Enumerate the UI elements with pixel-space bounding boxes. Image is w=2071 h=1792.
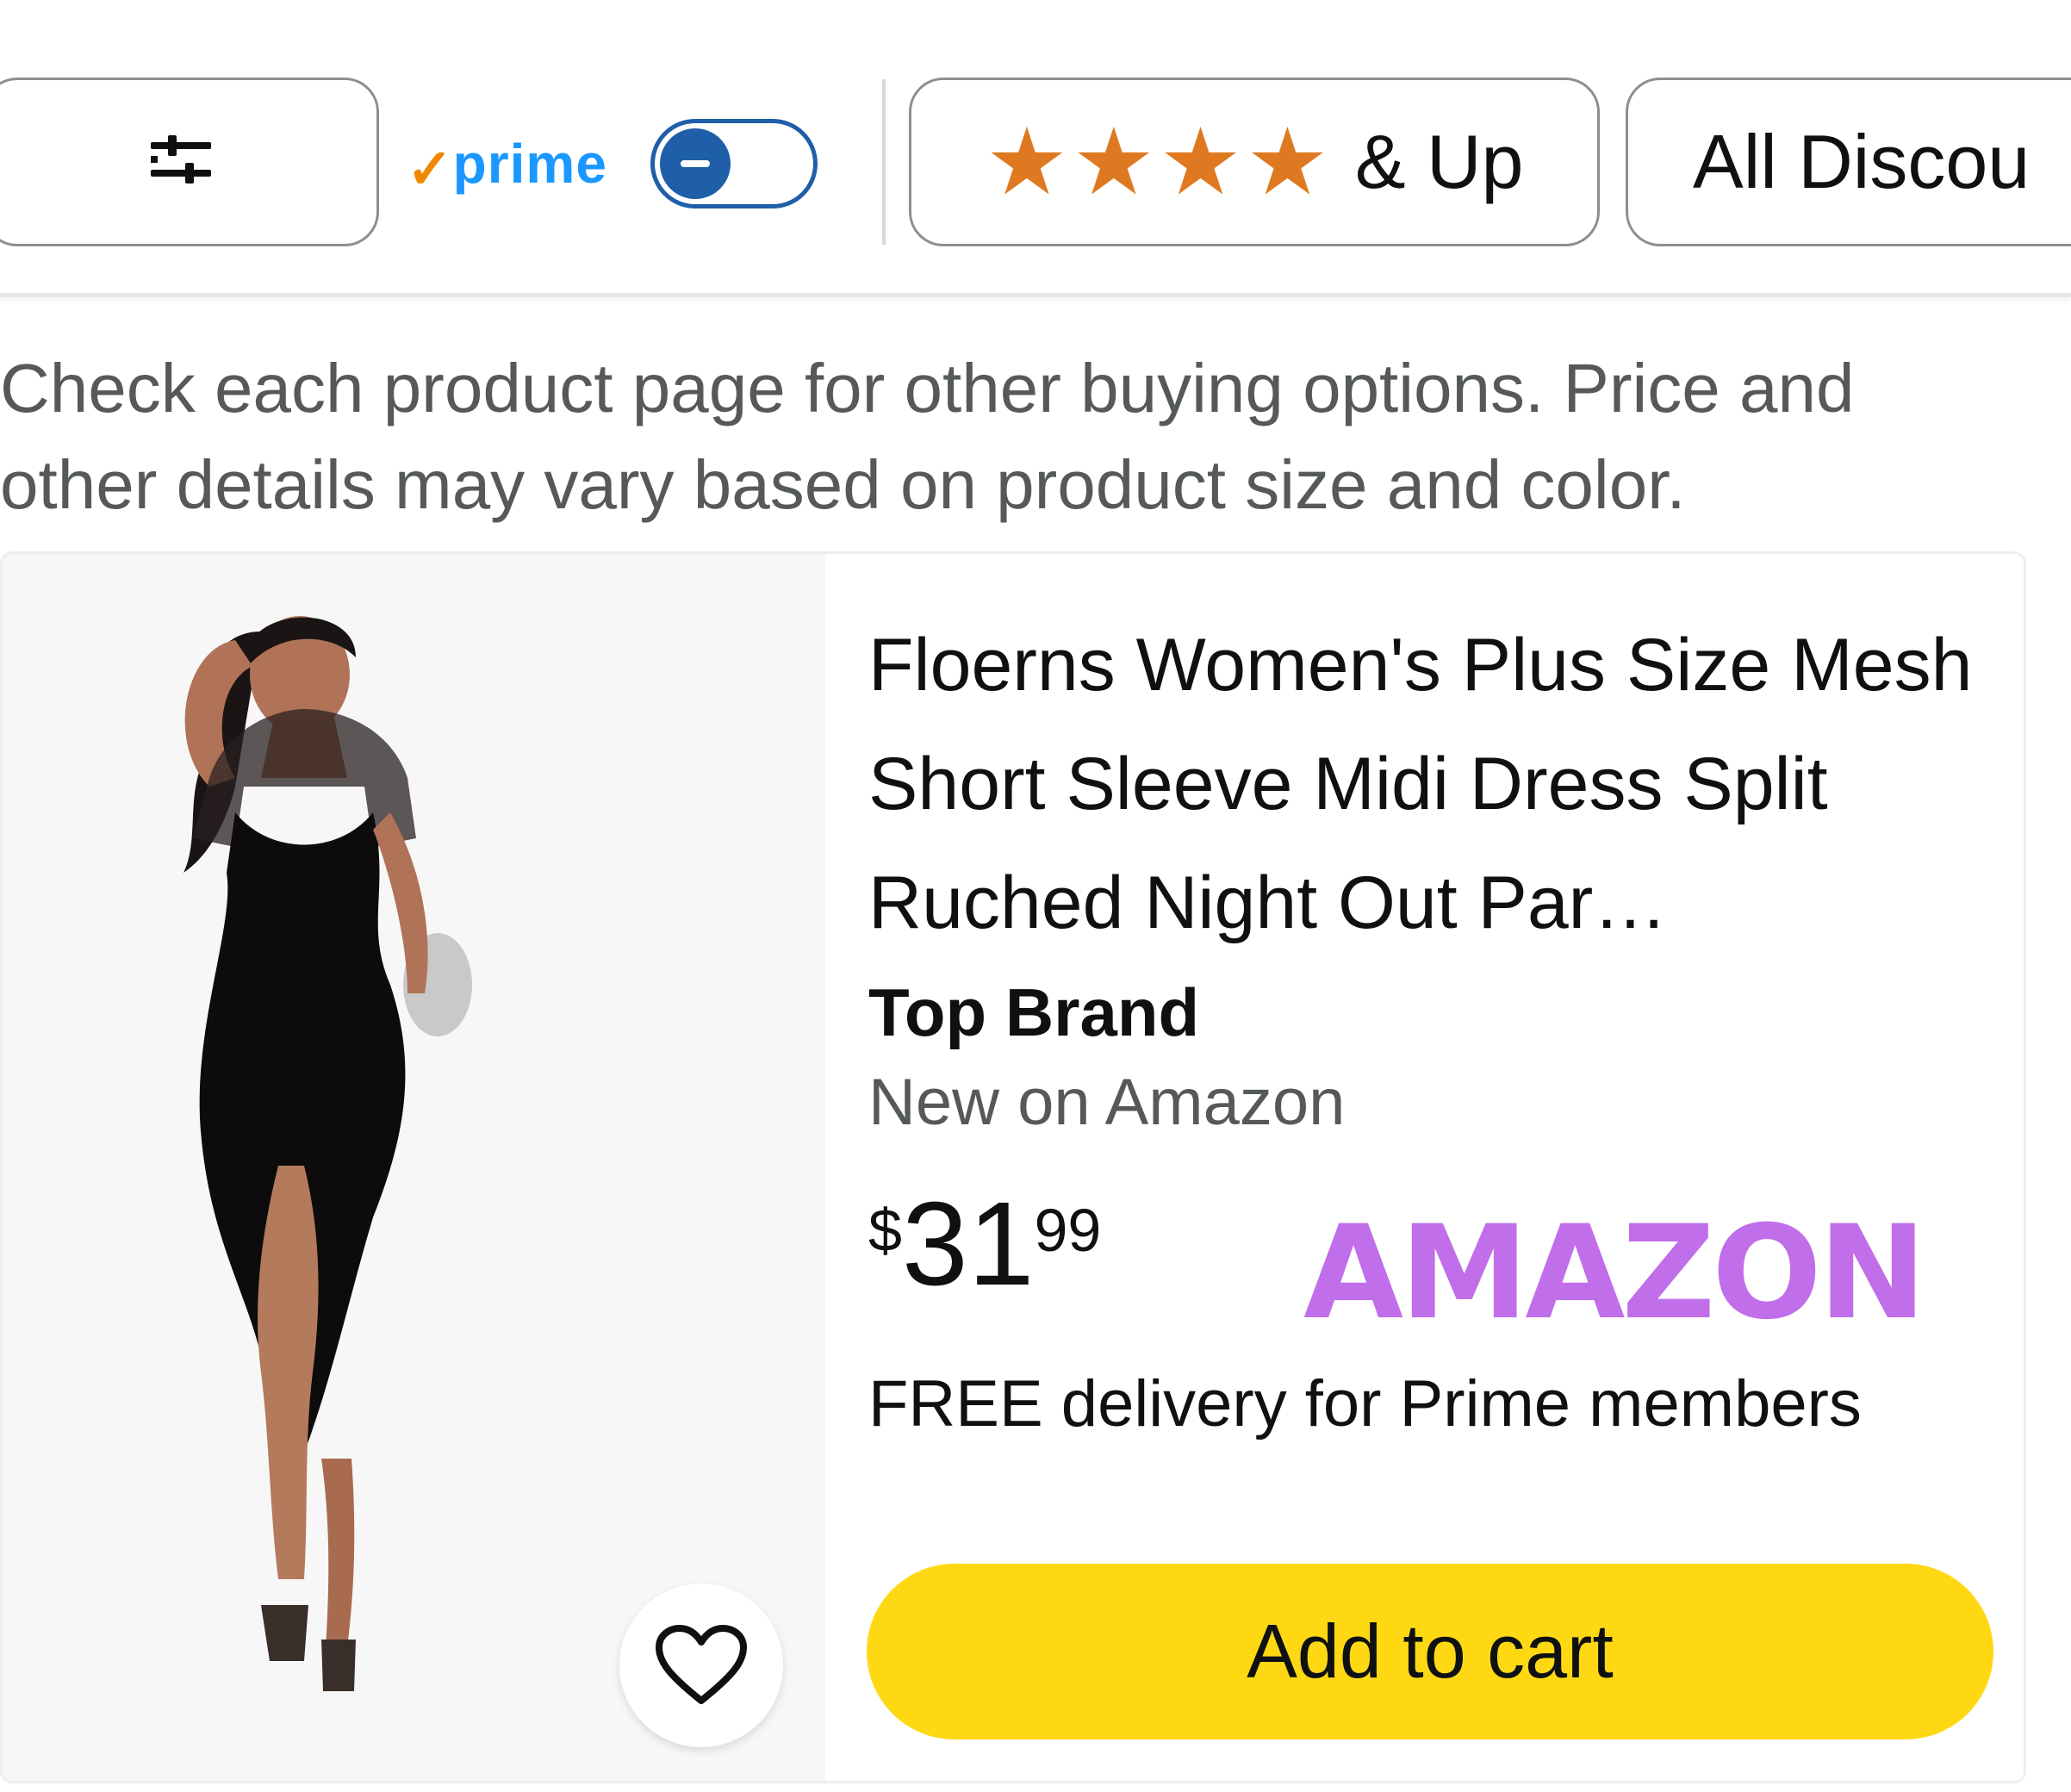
delivery-info: FREE delivery for Prime members: [868, 1367, 1862, 1440]
sliders-icon: [151, 134, 211, 190]
product-card[interactable]: Floerns Women's Plus Size Mesh Short Sle…: [0, 551, 2026, 1783]
star-icon: ★: [1072, 109, 1156, 214]
minus-icon: [680, 160, 710, 167]
star-icon: ★: [1159, 109, 1242, 214]
star-icon: ★: [985, 109, 1069, 214]
price-whole: 31: [901, 1178, 1035, 1310]
new-on-amazon-label: New on Amazon: [868, 1066, 1346, 1139]
product-image-pane[interactable]: [3, 554, 825, 1781]
filter-divider: [882, 79, 886, 245]
prime-check-icon: ✓: [407, 138, 453, 200]
product-image[interactable]: [132, 614, 666, 1734]
product-title[interactable]: Floerns Women's Plus Size Mesh Short Sle…: [868, 606, 2006, 962]
discount-label: All Discou: [1693, 119, 2031, 204]
price-fraction: 99: [1034, 1197, 1102, 1264]
product-price: $ 31 99: [868, 1185, 1101, 1304]
prime-toggle[interactable]: [650, 119, 818, 208]
price-symbol: $: [868, 1197, 902, 1264]
top-brand-badge: Top Brand: [868, 974, 1200, 1050]
star-icon: ★: [1246, 109, 1329, 214]
heart-icon: [656, 1625, 747, 1704]
toggle-knob: [659, 128, 731, 199]
price-row: $ 31 99 AMAZON: [868, 1167, 2006, 1338]
amazon-watermark: AMAZON: [1303, 1198, 1926, 1348]
prime-filter[interactable]: ✓ prime: [407, 119, 818, 208]
filters-button[interactable]: [0, 78, 379, 246]
rating-filter-button[interactable]: ★ ★ ★ ★ & Up: [909, 78, 1600, 246]
product-info: Floerns Women's Plus Size Mesh Short Sle…: [868, 606, 2006, 1452]
results-disclaimer: Check each product page for other buying…: [0, 350, 1855, 523]
prime-label: prime: [452, 133, 607, 195]
filter-bar: ✓ prime ★ ★ ★ ★ & Up All Discou: [0, 0, 2071, 297]
discount-filter-button[interactable]: All Discou: [1626, 78, 2071, 246]
star-rating: ★ ★ ★ ★: [986, 115, 1329, 208]
search-results-page: ✓ prime ★ ★ ★ ★ & Up All Discou Check ea…: [0, 0, 2071, 1792]
wishlist-button[interactable]: [619, 1584, 783, 1747]
add-to-cart-button[interactable]: Add to cart: [867, 1564, 1993, 1739]
rating-label: & Up: [1354, 119, 1524, 204]
